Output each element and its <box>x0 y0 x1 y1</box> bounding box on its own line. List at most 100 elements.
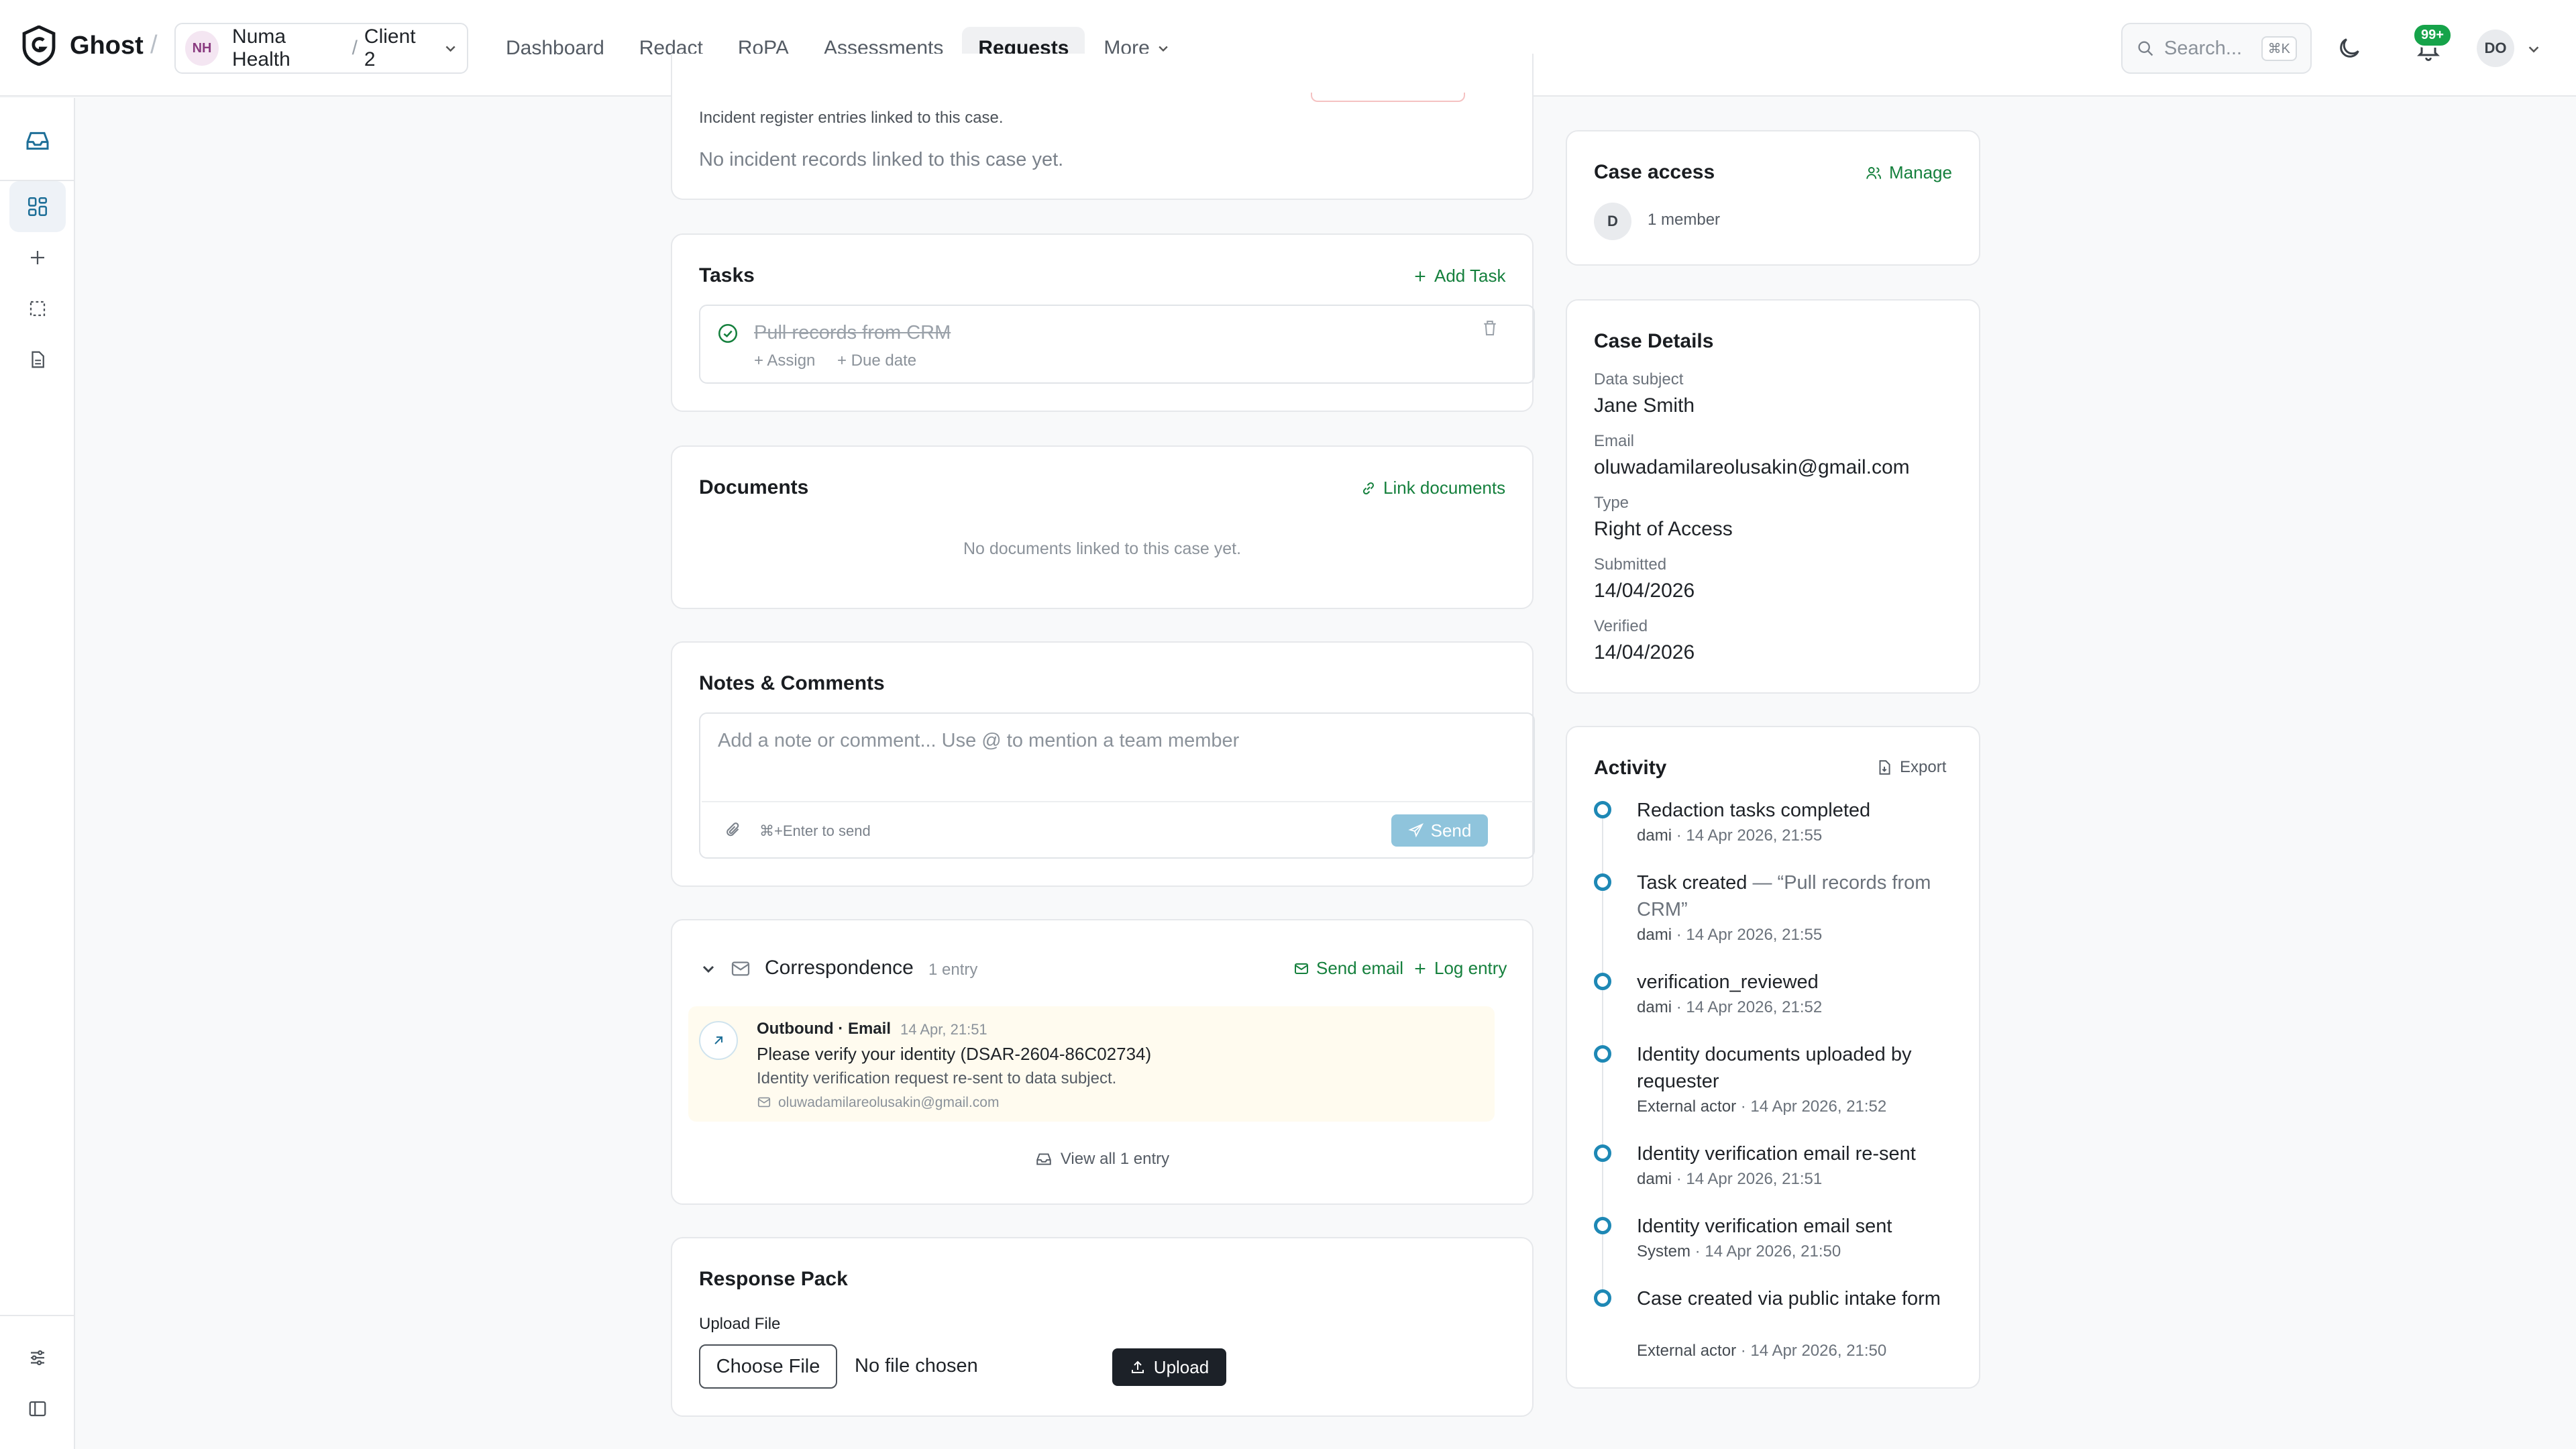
timeline-dot <box>1594 801 1611 818</box>
add-task-button[interactable]: Add Task <box>1413 266 1505 286</box>
outbound-icon <box>699 1021 738 1060</box>
sidebar-toggle-icon <box>29 1401 46 1417</box>
activity-item: Identity verification email re-sent dami… <box>1594 1140 1943 1208</box>
task-due-date-button[interactable]: + Due date <box>837 352 916 370</box>
activity-title-text: verification_reviewed <box>1637 971 1819 993</box>
case-details-title: Case Details <box>1594 330 1714 352</box>
case-access-title: Case access <box>1594 161 1715 183</box>
link-documents-label: Link documents <box>1383 478 1506 498</box>
view-all-correspondence-button[interactable]: View all 1 entry <box>672 1150 1532 1169</box>
timeline-dot <box>1594 873 1611 891</box>
incidents-action-button[interactable] <box>1311 93 1465 102</box>
detail-label-data-subject: Data subject <box>1594 370 1684 388</box>
task-title: Pull records from CRM <box>754 322 951 343</box>
org-switcher[interactable]: NH Numa Health / Client 2 <box>174 23 468 74</box>
detail-value-email: oluwadamilareolusakin@gmail.com <box>1594 456 1910 478</box>
detail-label-submitted: Submitted <box>1594 555 1667 574</box>
upload-label: Upload <box>1153 1356 1210 1377</box>
activity-meta: External actor · 14 Apr 2026, 21:50 <box>1637 1342 1887 1360</box>
breadcrumb-separator: / <box>150 31 158 59</box>
users-icon <box>1866 166 1881 179</box>
rail-inbox[interactable] <box>9 115 66 166</box>
inbox-icon <box>26 131 49 150</box>
send-email-button[interactable]: Send email <box>1293 958 1403 979</box>
tasks-title: Tasks <box>699 264 755 286</box>
left-rail <box>0 98 75 1449</box>
upload-button[interactable]: Upload <box>1112 1348 1226 1386</box>
grid-icon <box>28 197 48 217</box>
check-circle-icon[interactable] <box>716 322 739 345</box>
activity-meta: dami · 14 Apr 2026, 21:55 <box>1637 826 1823 845</box>
activity-title-text: Task created — “Pull records from CRM” <box>1637 872 1931 920</box>
org-separator: / <box>352 37 358 59</box>
plus-icon <box>1415 963 1426 973</box>
tasks-card: Tasks Add Task Pull records from CRM + A… <box>671 233 1535 412</box>
response-pack-card: Response Pack Upload File Choose File No… <box>671 1237 1534 1417</box>
nav-dashboard[interactable]: Dashboard <box>490 27 621 70</box>
add-task-label: Add Task <box>1434 266 1506 286</box>
timeline-dot <box>1594 1289 1611 1307</box>
activity-title-text: Redaction tasks completed <box>1637 800 1871 821</box>
detail-label-email: Email <box>1594 432 1635 450</box>
upload-file-label: Upload File <box>699 1315 781 1333</box>
log-entry-label: Log entry <box>1434 958 1507 978</box>
note-input[interactable] <box>702 715 1534 802</box>
rail-settings[interactable] <box>9 1332 66 1383</box>
task-assign-button[interactable]: + Assign <box>754 352 815 370</box>
task-item[interactable]: Pull records from CRM + Assign + Due dat… <box>699 305 1535 384</box>
detail-label-type: Type <box>1594 494 1629 512</box>
activity-item: Case created via public intake form Exte… <box>1594 1285 1943 1386</box>
no-file-text: No file chosen <box>855 1355 978 1377</box>
correspondence-card: Correspondence 1 entry Send email Log en… <box>671 919 1534 1205</box>
response-pack-title: Response Pack <box>699 1268 848 1290</box>
trash-icon[interactable] <box>1480 318 1500 338</box>
rail-collapse[interactable] <box>9 1383 66 1434</box>
app-name: Ghost <box>70 31 144 60</box>
chevron-down-icon[interactable] <box>2526 42 2541 56</box>
correspondence-subject: Please verify your identity (DSAR-2604-8… <box>757 1044 1152 1064</box>
rail-dashboard[interactable] <box>9 181 66 232</box>
notification-badge: 99+ <box>2412 23 2453 48</box>
plus-icon <box>1415 271 1426 281</box>
send-icon <box>1407 823 1424 838</box>
chevron-down-icon <box>1159 46 1168 52</box>
link-documents-button[interactable]: Link documents <box>1360 478 1505 498</box>
app-logo[interactable]: Ghost <box>21 25 144 66</box>
choose-file-button[interactable]: Choose File <box>699 1344 837 1389</box>
rail-new[interactable] <box>9 232 66 283</box>
activity-item: Identity verification email sent System … <box>1594 1213 1943 1280</box>
correspondence-time: 14 Apr, 21:51 <box>900 1021 987 1038</box>
rail-documents[interactable] <box>9 334 66 385</box>
search-shortcut: ⌘K <box>2261 36 2297 61</box>
user-avatar[interactable]: DO <box>2477 30 2514 67</box>
chevron-down-icon[interactable] <box>700 961 716 977</box>
activity-meta: dami · 14 Apr 2026, 21:55 <box>1637 926 1823 944</box>
activity-item: Identity documents uploaded by requester… <box>1594 1041 1943 1142</box>
search-box[interactable]: Search... ⌘K <box>2121 23 2312 74</box>
export-activity-button[interactable]: Export <box>1876 758 1946 777</box>
mail-icon <box>731 961 750 976</box>
documents-title: Documents <box>699 476 809 498</box>
activity-item: verification_reviewed dami · 14 Apr 2026… <box>1594 969 1943 1036</box>
send-note-button[interactable]: Send <box>1391 814 1488 847</box>
paperclip-icon[interactable] <box>723 820 743 840</box>
upload-icon <box>1131 1360 1144 1373</box>
moon-icon[interactable] <box>2336 35 2363 62</box>
correspondence-entry[interactable]: Outbound · Email 14 Apr, 21:51 Please ve… <box>688 1006 1495 1122</box>
rail-select[interactable] <box>9 283 66 334</box>
manage-access-button[interactable]: Manage <box>1865 162 1952 183</box>
search-icon <box>2138 41 2153 56</box>
detail-label-verified: Verified <box>1594 617 1648 635</box>
member-count: 1 member <box>1648 211 1721 229</box>
rail-divider <box>0 1315 74 1316</box>
timeline-dot <box>1594 1217 1611 1234</box>
mail-icon <box>1295 963 1308 974</box>
send-shortcut-hint: ⌘+Enter to send <box>759 822 871 839</box>
activity-meta: dami · 14 Apr 2026, 21:52 <box>1637 998 1823 1016</box>
org-avatar: NH <box>185 31 219 66</box>
detail-value-submitted: 14/04/2026 <box>1594 580 1695 602</box>
log-entry-button[interactable]: Log entry <box>1413 958 1507 979</box>
selection-icon <box>30 301 46 317</box>
incidents-empty: No incident records linked to this case … <box>699 149 1064 170</box>
ghost-logo-icon <box>22 25 56 66</box>
